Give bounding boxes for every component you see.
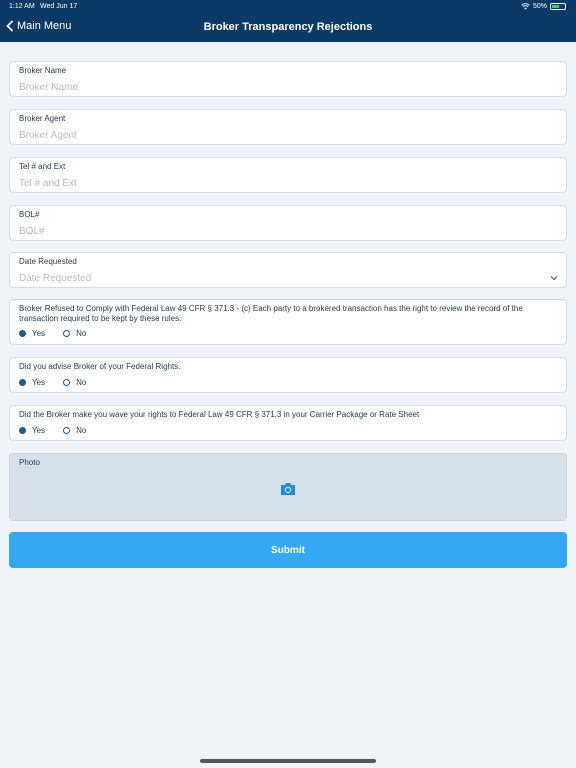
broker-agent-label: Broker Agent [19,114,66,123]
status-date: Wed Jun 17 [40,3,78,10]
date-requested-label: Date Requested [19,257,77,266]
radio-unselected-icon [63,379,71,386]
home-indicator [200,759,376,763]
radio-yes[interactable]: Yes [19,426,45,435]
question-text: Did you advise Broker of your Federal Ri… [19,362,181,371]
radio-no[interactable]: No [63,378,86,387]
broker-name-label: Broker Name [19,66,67,75]
radio-unselected-icon [63,330,71,337]
status-indicators: 50% [521,3,566,10]
date-requested-select[interactable]: Date Requested Date Requested [9,252,567,288]
camera-icon[interactable] [280,482,296,496]
battery-icon [550,3,566,10]
radio-yes-label: Yes [32,378,46,387]
radio-selected-icon [19,379,26,386]
radio-no[interactable]: No [63,426,86,435]
submit-button[interactable]: Submit [9,532,567,568]
bol-label: BOL# [19,210,40,219]
radio-unselected-icon [63,427,71,434]
photo-label: Photo [19,458,40,467]
broker-name-field: Broker Name [9,61,567,97]
question-text: Broker Refused to Comply with Federal La… [19,304,523,323]
broker-agent-field: Broker Agent [9,109,567,145]
radio-group: Yes No [19,378,86,387]
radio-yes[interactable]: Yes [19,329,45,338]
question-text: Did the Broker make you wave your rights… [19,410,420,419]
page-title: Broker Transparency Rejections [203,21,373,33]
date-requested-value: Date Requested [19,273,92,284]
tel-ext-field: Tel # and Ext [9,157,567,193]
radio-selected-icon [19,427,26,434]
chevron-down-icon [550,276,558,281]
navigation-bar: 1:12 AM Wed Jun 17 50% Main Menu Broker … [0,0,576,42]
tel-ext-label: Tel # and Ext [19,162,66,171]
broker-name-input[interactable] [19,79,539,95]
battery-percent: 50% [532,3,547,10]
question-refused-comply: Broker Refused to Comply with Federal La… [9,299,567,345]
radio-no-label: No [76,329,87,338]
radio-selected-icon [19,330,26,337]
photo-section: Photo [9,453,567,521]
bol-field: BOL# [9,205,567,241]
bol-input[interactable] [19,223,539,239]
radio-yes[interactable]: Yes [19,378,45,387]
radio-yes-label: Yes [32,329,46,338]
radio-group: Yes No [19,329,86,338]
radio-no-label: No [76,426,87,435]
broker-agent-input[interactable] [19,127,539,143]
wifi-icon [521,3,530,10]
status-time: 1:12 AM [9,3,35,10]
radio-yes-label: Yes [32,426,46,435]
question-wave-rights: Did the Broker make you wave your rights… [9,405,567,441]
radio-group: Yes No [19,426,86,435]
radio-no[interactable]: No [63,329,86,338]
question-advise-rights: Did you advise Broker of your Federal Ri… [9,357,567,393]
radio-no-label: No [76,378,87,387]
tel-ext-input[interactable] [19,175,539,191]
